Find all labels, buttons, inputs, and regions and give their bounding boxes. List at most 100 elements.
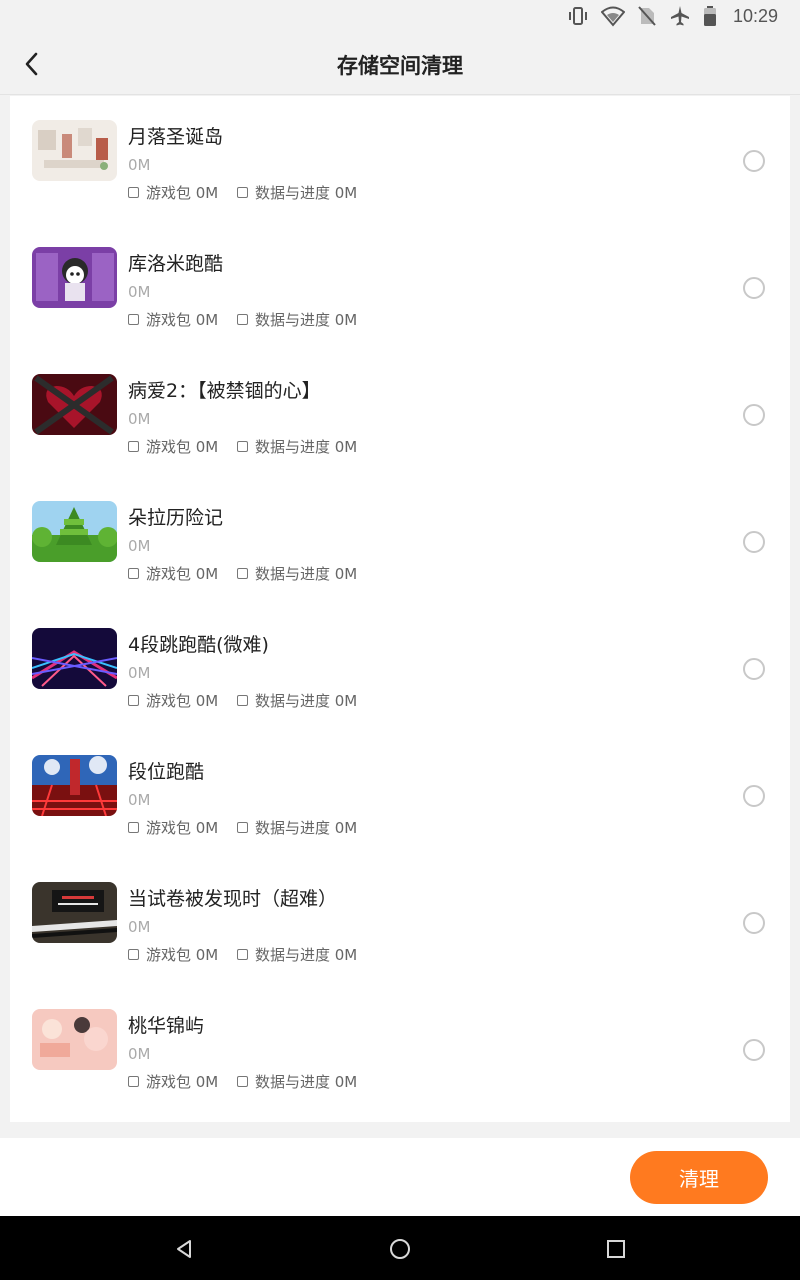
select-radio[interactable] <box>743 531 765 553</box>
game-package-checkbox[interactable]: 游戏包 0M <box>128 690 218 711</box>
list-item[interactable]: 当试卷被发现时（超难） 0M 游戏包 0M 数据与进度 0M <box>10 868 790 995</box>
bottom-action-bar: 清理 <box>0 1138 800 1216</box>
checkbox-icon <box>128 441 139 452</box>
select-radio[interactable] <box>743 912 765 934</box>
game-thumbnail <box>32 628 117 689</box>
battery-icon <box>703 5 717 27</box>
checkbox-icon <box>237 568 248 579</box>
select-radio[interactable] <box>743 404 765 426</box>
checkbox-label: 数据与进度 0M <box>255 438 358 456</box>
checkbox-icon <box>128 1076 139 1087</box>
game-package-checkbox[interactable]: 游戏包 0M <box>128 563 218 584</box>
game-data-checkbox[interactable]: 数据与进度 0M <box>237 1071 357 1092</box>
checkbox-label: 数据与进度 0M <box>255 692 358 710</box>
checkbox-label: 游戏包 0M <box>146 819 219 837</box>
screen: 10:29 存储空间清理 0M 游戏包 0M 数据与进度 0M <box>0 0 800 1280</box>
square-recents-icon <box>607 1240 625 1258</box>
nav-recents-button[interactable] <box>601 1234 631 1264</box>
checkbox-icon <box>237 314 248 325</box>
list-item[interactable]: 病爱2：【被禁锢的心】 0M 游戏包 0M 数据与进度 0M <box>10 360 790 487</box>
game-thumbnail <box>32 501 117 562</box>
wifi-icon <box>600 5 625 27</box>
triangle-back-icon <box>177 1240 191 1258</box>
game-thumbnail <box>32 882 117 943</box>
vibrate-icon <box>567 5 589 27</box>
game-data-checkbox[interactable]: 数据与进度 0M <box>237 690 357 711</box>
game-size: 0M <box>128 1045 151 1063</box>
checkbox-label: 数据与进度 0M <box>255 819 358 837</box>
system-nav-bar <box>0 1216 800 1280</box>
checkbox-label: 游戏包 0M <box>146 184 219 202</box>
checkbox-label: 数据与进度 0M <box>255 565 358 583</box>
game-data-checkbox[interactable]: 数据与进度 0M <box>237 436 357 457</box>
checkbox-icon <box>128 695 139 706</box>
checkbox-label: 数据与进度 0M <box>255 1073 358 1091</box>
game-package-checkbox[interactable]: 游戏包 0M <box>128 182 218 203</box>
clean-button[interactable]: 清理 <box>630 1151 768 1204</box>
checkbox-icon <box>237 441 248 452</box>
select-radio[interactable] <box>743 277 765 299</box>
game-title: 桃华锦屿 <box>128 1015 205 1037</box>
checkbox-icon <box>237 695 248 706</box>
checkbox-label: 游戏包 0M <box>146 1073 219 1091</box>
game-package-checkbox[interactable]: 游戏包 0M <box>128 309 218 330</box>
game-data-checkbox[interactable]: 数据与进度 0M <box>237 817 357 838</box>
game-size: 0M <box>128 156 151 174</box>
no-sim-icon <box>637 5 657 27</box>
select-radio[interactable] <box>743 150 765 172</box>
game-package-checkbox[interactable]: 游戏包 0M <box>128 817 218 838</box>
game-thumbnail <box>32 755 117 816</box>
checkbox-label: 游戏包 0M <box>146 692 219 710</box>
checkbox-icon <box>237 949 248 960</box>
game-size: 0M <box>128 410 151 428</box>
list-item[interactable]: 库洛米跑酷 0M 游戏包 0M 数据与进度 0M <box>10 233 790 360</box>
circle-home-icon <box>390 1239 410 1259</box>
status-time: 10:29 <box>732 5 778 26</box>
game-thumbnail <box>32 247 117 308</box>
checkbox-label: 数据与进度 0M <box>255 311 358 329</box>
checkbox-icon <box>237 822 248 833</box>
list-item[interactable]: 0M 游戏包 0M 数据与进度 0M <box>10 96 790 106</box>
page-title: 存储空间清理 <box>337 54 463 78</box>
checkbox-icon <box>128 314 139 325</box>
game-size: 0M <box>128 537 151 555</box>
app-header: 存储空间清理 <box>0 32 800 95</box>
nav-home-button[interactable] <box>385 1234 415 1264</box>
checkbox-icon <box>237 1076 248 1087</box>
game-data-checkbox[interactable]: 数据与进度 0M <box>237 563 357 584</box>
game-size: 0M <box>128 664 151 682</box>
checkbox-label: 游戏包 0M <box>146 565 219 583</box>
nav-back-button[interactable] <box>169 1234 199 1264</box>
select-radio[interactable] <box>743 658 765 680</box>
checkbox-icon <box>128 949 139 960</box>
game-size: 0M <box>128 918 151 936</box>
status-icons: 10:29 <box>567 4 778 28</box>
game-thumbnail <box>32 120 117 181</box>
game-title: 库洛米跑酷 <box>128 253 224 275</box>
game-package-checkbox[interactable]: 游戏包 0M <box>128 944 218 965</box>
list-item[interactable]: 4段跳跑酷(微难) 0M 游戏包 0M 数据与进度 0M <box>10 614 790 741</box>
game-package-checkbox[interactable]: 游戏包 0M <box>128 436 218 457</box>
checkbox-icon <box>128 187 139 198</box>
game-list-scroll: 0M 游戏包 0M 数据与进度 0M 月落圣诞岛 0M 游戏包 0M 数据与进度… <box>10 96 790 1122</box>
game-title: 当试卷被发现时（超难） <box>128 888 338 910</box>
game-data-checkbox[interactable]: 数据与进度 0M <box>237 182 357 203</box>
checkbox-label: 数据与进度 0M <box>255 946 358 964</box>
checkbox-icon <box>237 187 248 198</box>
game-thumbnail <box>32 374 117 435</box>
status-bar: 10:29 <box>0 0 800 32</box>
list-item[interactable]: 段位跑酷 0M 游戏包 0M 数据与进度 0M <box>10 741 790 868</box>
list-item[interactable]: 桃华锦屿 0M 游戏包 0M 数据与进度 0M <box>10 995 790 1122</box>
game-data-checkbox[interactable]: 数据与进度 0M <box>237 944 357 965</box>
checkbox-icon <box>128 568 139 579</box>
game-package-checkbox[interactable]: 游戏包 0M <box>128 1071 218 1092</box>
game-title: 月落圣诞岛 <box>128 126 224 148</box>
game-data-checkbox[interactable]: 数据与进度 0M <box>237 309 357 330</box>
list-item[interactable]: 月落圣诞岛 0M 游戏包 0M 数据与进度 0M <box>10 106 790 233</box>
select-radio[interactable] <box>743 785 765 807</box>
game-title: 段位跑酷 <box>128 761 205 783</box>
game-list[interactable]: 0M 游戏包 0M 数据与进度 0M 月落圣诞岛 0M 游戏包 0M 数据与进度… <box>10 96 790 1122</box>
select-radio[interactable] <box>743 1039 765 1061</box>
checkbox-label: 游戏包 0M <box>146 438 219 456</box>
list-item[interactable]: 朵拉历险记 0M 游戏包 0M 数据与进度 0M <box>10 487 790 614</box>
